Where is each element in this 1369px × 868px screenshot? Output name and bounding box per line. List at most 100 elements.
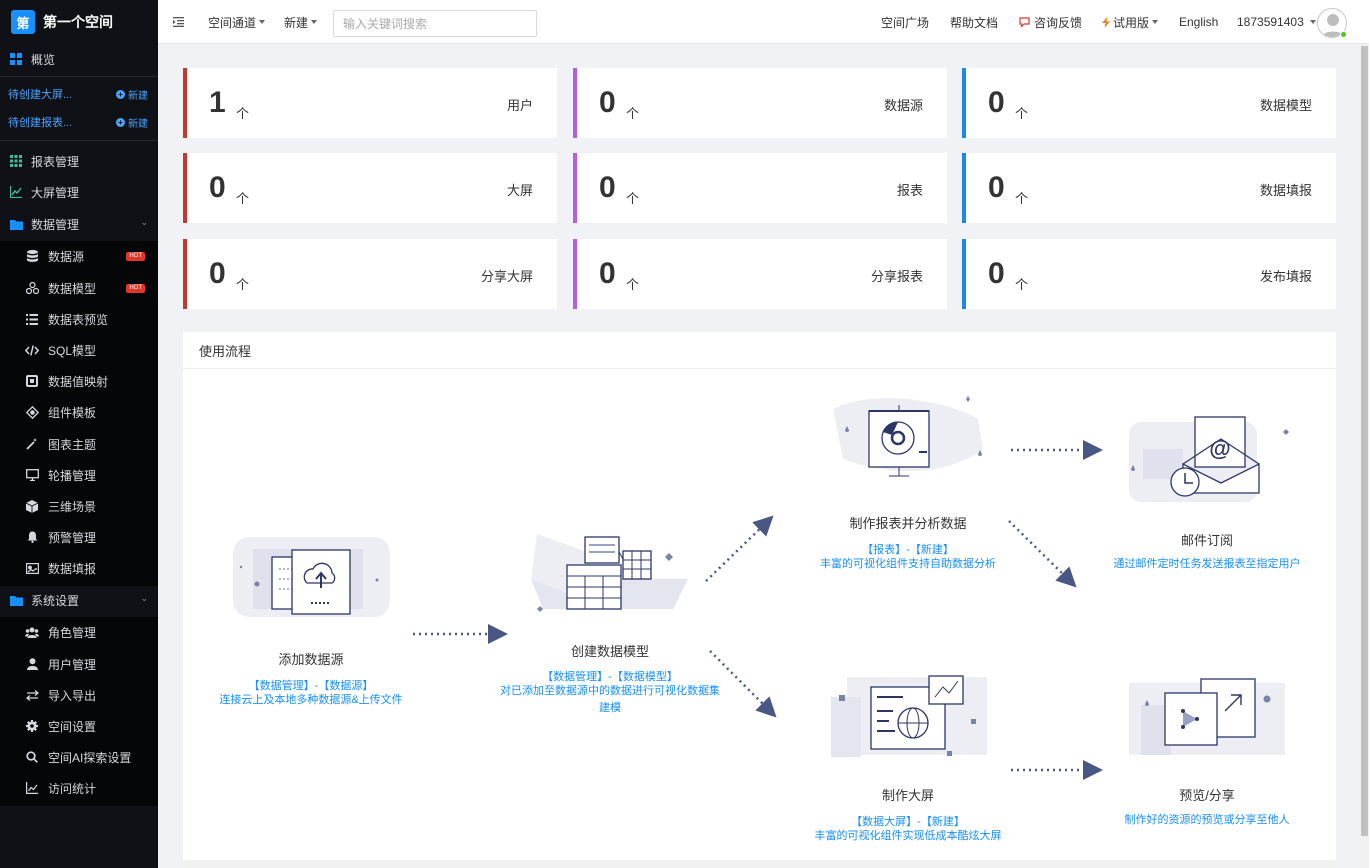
sidebar-item-label: 大屏管理: [31, 185, 80, 200]
user-dropdown[interactable]: 1873591403: [1237, 0, 1316, 44]
stat-value: 1: [209, 86, 226, 119]
hot-badge: HOT: [126, 284, 145, 293]
panel-title: 使用流程: [183, 332, 1336, 369]
sidebar-item-11[interactable]: 三维场景: [0, 491, 158, 521]
sidebar-item-20[interactable]: 访问统计: [0, 773, 158, 803]
data-model-illustration: [531, 534, 688, 612]
step-link-create-model[interactable]: 【数据管理】-【数据模型】: [480, 668, 740, 684]
sidebar-item-14[interactable]: 系统设置 ⌄: [0, 585, 158, 615]
code-icon: [25, 343, 39, 357]
sidebar-item-0[interactable]: 报表管理: [0, 146, 158, 176]
sidebar-item-4[interactable]: 数据模型 HOT: [0, 273, 158, 303]
stat-card[interactable]: 0 个 分享大屏: [183, 239, 557, 309]
sidebar-item-5[interactable]: 数据表预览: [0, 304, 158, 334]
new-dropdown[interactable]: 新建: [284, 0, 318, 44]
sidebar-item-label: 数据值映射: [48, 374, 109, 389]
logo[interactable]: 第 第一个空间: [0, 0, 158, 44]
sidebar-item-19[interactable]: 空间AI探索设置: [0, 742, 158, 772]
feedback-link[interactable]: 咨询反馈: [1019, 0, 1082, 44]
help-docs-link[interactable]: 帮助文档: [950, 0, 998, 44]
stat-unit: 个: [1015, 277, 1029, 292]
sidebar-item-10[interactable]: 轮播管理: [0, 460, 158, 490]
sidebar-item-label: 数据填报: [48, 561, 97, 576]
form-icon: [25, 561, 39, 575]
search-input[interactable]: [333, 10, 537, 37]
big-screen-illustration: [831, 675, 987, 757]
monitor-icon: [25, 468, 39, 482]
scrollbar-thumb[interactable]: [1361, 46, 1368, 836]
sidebar-item-12[interactable]: 预警管理: [0, 522, 158, 552]
sidebar-item-13[interactable]: 数据填报: [0, 553, 158, 583]
chevron-down-icon: ⌄: [140, 217, 148, 227]
sidebar-item-16[interactable]: 用户管理: [0, 649, 158, 679]
stat-label: 发布填报: [1259, 269, 1312, 284]
sidebar-item-label: 访问统计: [48, 781, 97, 796]
stat-card[interactable]: 0 个 报表: [573, 153, 947, 223]
sidebar-item-15[interactable]: 角色管理: [0, 617, 158, 647]
sidebar-item-label: SQL模型: [48, 343, 97, 358]
cube-icon: [25, 499, 39, 513]
vertical-scrollbar[interactable]: [1360, 44, 1369, 868]
sidebar-item-3[interactable]: 数据源 HOT: [0, 241, 158, 271]
stat-unit: 个: [626, 277, 640, 292]
language-switch[interactable]: English: [1179, 0, 1218, 44]
new-report-button[interactable]: + 新建: [116, 115, 148, 130]
stat-unit: 个: [626, 106, 640, 121]
stat-card[interactable]: 0 个 分享报表: [573, 239, 947, 309]
sidebar-item-17[interactable]: 导入导出: [0, 680, 158, 710]
plus-icon: +: [116, 89, 125, 99]
pending-label: 待创建大屏...: [8, 89, 73, 101]
sidebar-item-9[interactable]: 图表主题: [0, 429, 158, 459]
sidebar-item-label: 三维场景: [48, 499, 97, 514]
email-illustration: @: [1129, 416, 1289, 502]
sidebar-item-label: 系统设置: [31, 593, 80, 608]
stat-card[interactable]: 0 个 数据源: [573, 68, 947, 138]
step-title-create-model: 创建数据模型: [570, 644, 649, 659]
pending-report-item[interactable]: 待创建报表... + 新建: [0, 110, 158, 134]
stat-card[interactable]: 0 个 发布填报: [962, 239, 1336, 309]
step-desc-email-subscribe: 通过邮件定时任务发送报表至指定用户: [1113, 558, 1301, 570]
model-icon: [25, 281, 39, 295]
stat-unit: 个: [1015, 191, 1029, 206]
sidebar: 第 第一个空间 概览 待创建大屏... + 新建 待创建报表... + 新建 报表管…: [0, 0, 158, 868]
stat-card[interactable]: 1 个 用户: [183, 68, 557, 138]
sidebar-item-7[interactable]: 数据值映射: [0, 366, 158, 396]
magic-wand-icon: [25, 437, 39, 451]
space-plaza-link[interactable]: 空间广场: [881, 0, 929, 44]
sidebar-item-6[interactable]: SQL模型: [0, 335, 158, 365]
sidebar-item-label: 图表主题: [48, 437, 97, 452]
step-title-make-report: 制作报表并分析数据: [849, 516, 967, 531]
sidebar-item-overview[interactable]: 概览: [0, 44, 158, 74]
pending-screen-item[interactable]: 待创建大屏... + 新建: [0, 82, 158, 106]
step-desc-add-datasource: 连接云上及本地多种数据源&上传文件: [219, 694, 403, 706]
space-title: 第一个空间: [43, 14, 113, 30]
step-link-make-report[interactable]: 【报表】-【新建】: [778, 541, 1038, 557]
sidebar-item-2[interactable]: 数据管理 ⌄: [0, 209, 158, 239]
sidebar-item-label: 用户管理: [48, 657, 97, 672]
new-screen-button[interactable]: + 新建: [116, 87, 148, 102]
space-channel-dropdown[interactable]: 空间通道: [208, 0, 266, 44]
chat-icon: [1019, 17, 1030, 27]
sidebar-item-label: 概览: [31, 52, 56, 67]
horizontal-scrollbar[interactable]: [183, 860, 1336, 868]
sidebar-item-1[interactable]: 大屏管理: [0, 177, 158, 207]
collapse-menu-button[interactable]: [173, 0, 184, 44]
pending-label: 待创建报表...: [8, 117, 73, 129]
step-link-make-screen[interactable]: 【数据大屏】-【新建】: [778, 813, 1038, 829]
step-link-add-datasource[interactable]: 【数据管理】-【数据源】: [181, 677, 441, 693]
sidebar-item-label: 数据管理: [31, 217, 80, 232]
sidebar-item-label: 轮播管理: [48, 468, 97, 483]
step-title-add-datasource: 添加数据源: [278, 652, 344, 667]
trial-version-dropdown[interactable]: 试用版: [1102, 0, 1159, 44]
stat-card[interactable]: 0 个 数据模型: [962, 68, 1336, 138]
sidebar-item-8[interactable]: 组件模板: [0, 397, 158, 427]
users-icon: [25, 625, 39, 639]
mapping-icon: [25, 374, 39, 388]
stat-value: 0: [599, 171, 616, 204]
stat-label: 数据填报: [1259, 183, 1312, 198]
stat-card[interactable]: 0 个 大屏: [183, 153, 557, 223]
step-desc-make-screen: 丰富的可视化组件实现低成本酷炫大屏: [814, 830, 1002, 842]
sidebar-item-18[interactable]: 空间设置: [0, 711, 158, 741]
sidebar-item-label: 预警管理: [48, 530, 97, 545]
stat-card[interactable]: 0 个 数据填报: [962, 153, 1336, 223]
